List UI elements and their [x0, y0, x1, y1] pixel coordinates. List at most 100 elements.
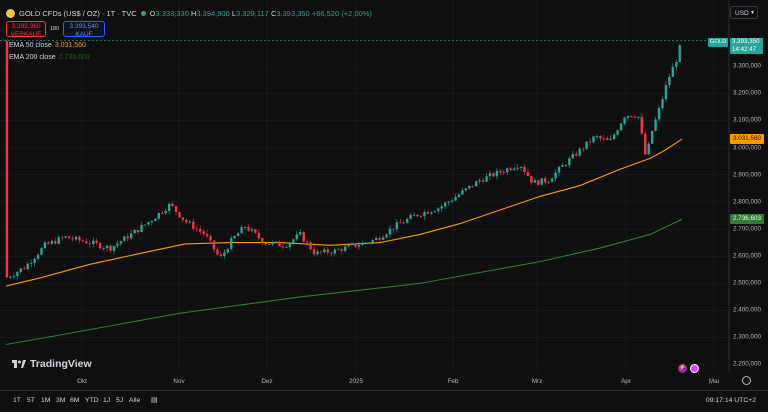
candle-body	[588, 141, 592, 143]
clock-time[interactable]: 09:17:14 UTC+2	[706, 397, 756, 404]
candle-body	[216, 249, 219, 255]
price-scale-label: 3.300,000	[733, 62, 762, 70]
ema-50-line	[5, 138, 683, 287]
candle-body	[205, 234, 209, 237]
candle-body	[530, 176, 533, 183]
currency-select[interactable]: USD ▾	[730, 6, 758, 19]
symbol-header: GOLD CFDs (US$ / OZ) · 1T · TVC O3.333,3…	[6, 6, 372, 20]
candle-body	[440, 206, 443, 209]
candle-body	[281, 246, 285, 248]
candle-body	[178, 211, 181, 218]
candle-body	[547, 181, 550, 183]
candle-body	[357, 245, 361, 247]
symbol-title[interactable]: GOLD CFDs (US$ / OZ) · 1T · TVC	[19, 9, 137, 18]
timeframe-alle[interactable]: Alle	[129, 397, 140, 404]
candle-body	[19, 268, 22, 272]
candle-body	[568, 158, 571, 166]
time-axis-label: Okt	[77, 378, 87, 385]
timeframe-6m[interactable]: 6M	[70, 397, 79, 404]
gear-icon[interactable]	[742, 376, 751, 385]
candle-body	[199, 228, 202, 232]
candle-body	[54, 240, 57, 244]
candle-body	[271, 242, 274, 245]
candle-body	[150, 220, 154, 223]
ohlc-values: O3.333,330 H3.394,900 L3.329,117 C3.393,…	[150, 9, 372, 18]
indicator-ema50[interactable]: EMA 50 close 3.031,560	[9, 42, 86, 49]
ema200-price-tag: 2.736,603	[730, 214, 765, 224]
logo-text: TradingView	[30, 358, 92, 370]
candle-body	[343, 246, 347, 252]
tradingview-logo[interactable]: TradingView	[12, 358, 92, 370]
candle-body	[616, 130, 619, 135]
candle-body	[650, 130, 654, 144]
candle-body	[602, 138, 606, 140]
ema-200-path	[5, 218, 683, 346]
candle-body	[361, 242, 364, 246]
candle-body	[488, 173, 492, 177]
candle-body	[185, 219, 188, 223]
candle-body	[78, 236, 81, 241]
candle-body	[661, 99, 664, 108]
price-scale-label: 2.900,000	[733, 171, 762, 179]
candle-body	[140, 225, 143, 232]
sell-button[interactable]: 3.393,360 VERKAUF	[6, 21, 46, 38]
candle-body	[71, 238, 74, 240]
candle-body	[288, 242, 292, 248]
timeframe-1j[interactable]: 1J	[103, 397, 110, 404]
price-scale-label: 2.400,000	[733, 306, 762, 314]
candle-body	[350, 243, 354, 245]
candle-body	[419, 216, 423, 217]
date-range-icon[interactable]: ▤	[151, 396, 158, 404]
candle-body	[312, 249, 316, 255]
bottom-toolbar: 1T 5T 1M 3M 6M YTD 1J 5J Alle ▤ 09:17:14…	[0, 390, 768, 412]
candle-body	[640, 116, 643, 134]
candle-body	[647, 143, 650, 155]
candle-body	[43, 242, 47, 249]
candle-body	[406, 218, 409, 223]
candle-body	[623, 117, 626, 124]
candle-body	[92, 240, 95, 244]
timeframe-1m[interactable]: 1M	[41, 397, 50, 404]
candle-body	[492, 173, 495, 177]
candle-body	[354, 243, 357, 247]
grid-lines	[0, 0, 730, 372]
price-chart[interactable]	[0, 0, 768, 412]
candle-body	[664, 85, 668, 100]
candle-body	[578, 148, 581, 156]
candle-body	[657, 107, 661, 120]
candle-body	[133, 229, 136, 234]
buy-price: 3.393,540	[69, 23, 99, 30]
candle-body	[47, 242, 50, 244]
ema-50-path	[5, 138, 683, 287]
candle-body	[209, 236, 212, 241]
indicator-ema200[interactable]: EMA 200 close 2.736,603	[9, 54, 90, 61]
candle-body	[130, 233, 133, 239]
candle-body	[671, 66, 675, 77]
lightning-icon[interactable]: ⚡	[678, 364, 687, 373]
candle-body	[526, 171, 530, 177]
timeframe-5j[interactable]: 5J	[116, 397, 123, 404]
price-scale-label: 3.100,000	[733, 116, 762, 124]
candle-body	[371, 240, 374, 243]
timeframe-ytd[interactable]: YTD	[85, 397, 99, 404]
candle-body	[478, 180, 481, 182]
candle-body	[540, 178, 543, 185]
candle-body	[250, 229, 254, 231]
buy-button[interactable]: 3.393,540 KAUF	[63, 21, 105, 38]
candle-body	[599, 136, 602, 139]
candle-body	[257, 232, 261, 239]
chart-window: GOLD CFDs (US$ / OZ) · 1T · TVC O3.333,3…	[0, 0, 768, 412]
candle-body	[81, 240, 85, 242]
timeframe-1t[interactable]: 1T	[13, 397, 21, 404]
price-scale-label: 2.700,000	[733, 225, 762, 233]
timeframe-5t[interactable]: 5T	[27, 397, 35, 404]
time-axis-label: Dez	[261, 378, 273, 385]
candle-body	[40, 248, 43, 255]
candle-body	[557, 166, 561, 173]
candle-body	[212, 240, 216, 250]
timeframe-3m[interactable]: 3M	[56, 397, 65, 404]
flag-icon[interactable]	[690, 364, 699, 373]
candle-body	[340, 249, 343, 252]
candle-body	[119, 241, 123, 244]
candle-body	[16, 271, 19, 276]
